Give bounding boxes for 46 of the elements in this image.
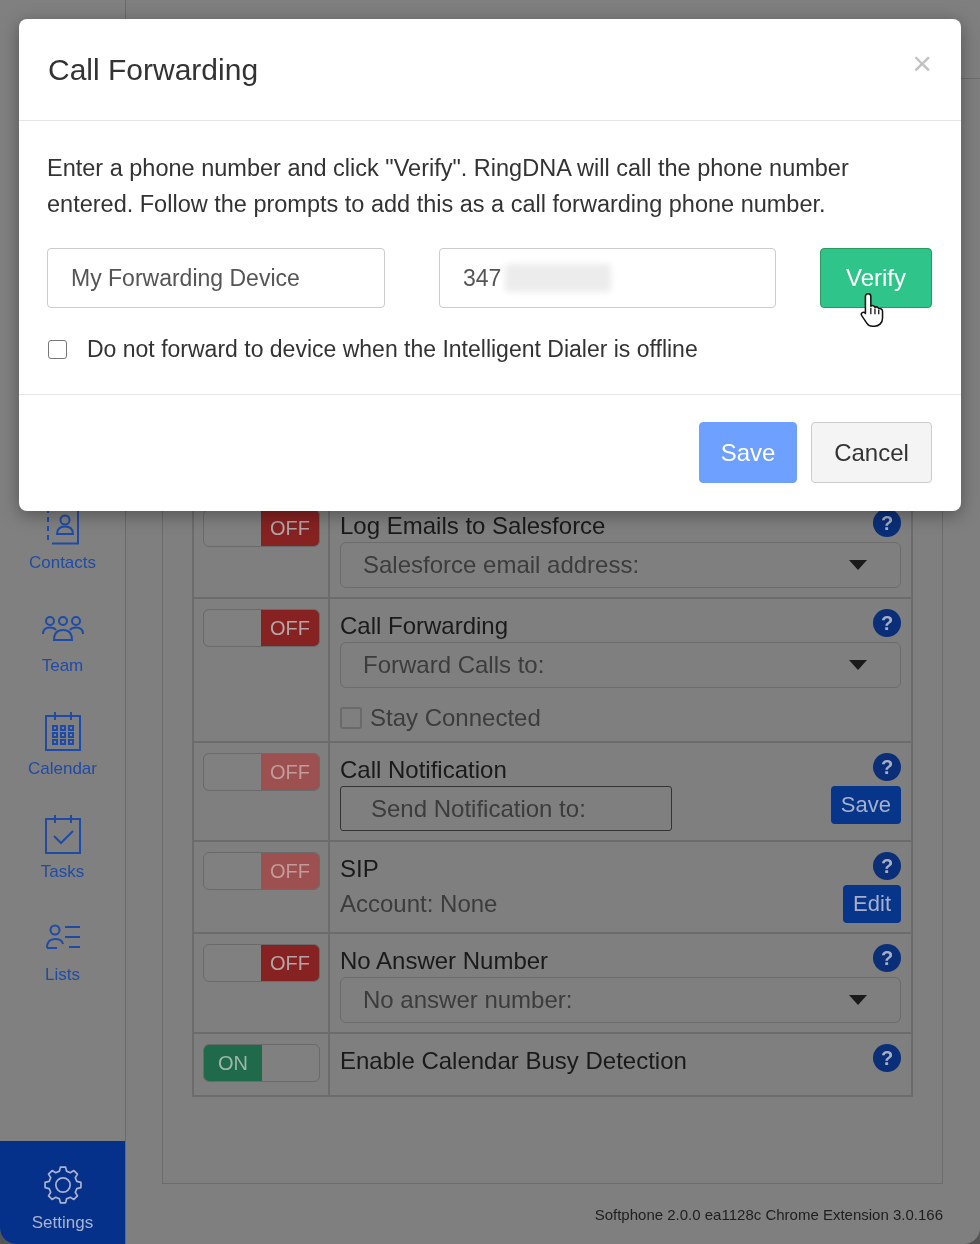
calendar-check-icon <box>44 814 81 854</box>
cancel-button[interactable]: Cancel <box>811 422 932 483</box>
help-icon[interactable]: ? <box>873 609 901 637</box>
device-name-input[interactable]: My Forwarding Device <box>47 248 385 308</box>
account-text: Account: None <box>340 890 498 918</box>
phone-number-input[interactable]: 347 <box>439 248 776 308</box>
calendar-icon <box>44 711 81 751</box>
dropdown-select[interactable]: Salesforce email address: <box>340 542 901 588</box>
checkbox-label: Stay Connected <box>370 704 541 732</box>
row-action-button[interactable]: Save <box>830 786 901 824</box>
help-icon[interactable]: ? <box>873 852 901 880</box>
help-icon[interactable]: ? <box>873 944 901 972</box>
toggle-switch[interactable]: ON <box>203 1044 320 1082</box>
toggle-switch[interactable]: OFF <box>203 609 320 647</box>
caret-icon <box>849 560 867 570</box>
modal-title: Call Forwarding <box>48 52 259 87</box>
help-icon[interactable]: ? <box>873 753 901 781</box>
verify-button[interactable]: Verify <box>820 248 932 308</box>
person-list-icon <box>44 924 81 950</box>
toggle-switch[interactable]: OFF <box>203 944 320 982</box>
settings-icon <box>42 1165 83 1205</box>
instructions-text: Enter a phone number and click "Verify". RingDNA will call the phone number entered. Follow the prompts to add this as a call forwarding phone number. <box>47 154 850 219</box>
setting-title: Log Emails to Salesforce <box>340 512 606 540</box>
sidebar-item[interactable]: Lists <box>0 909 125 1012</box>
dropdown-select[interactable]: No answer number: <box>340 977 901 1023</box>
checkbox-label: Do not forward to device when the Intelligent Dialer is offline <box>87 335 698 363</box>
setting-title: No Answer Number <box>340 947 549 975</box>
sidebar-item[interactable]: Tasks <box>0 806 125 909</box>
setting-title: Enable Calendar Busy Detection <box>340 1047 687 1075</box>
toggle-switch[interactable]: OFF <box>203 509 320 547</box>
version-text: Softphone 2.0.0 ea1128c Chrome Extension 3.0.166 <box>594 1206 943 1224</box>
help-icon[interactable]: ? <box>873 509 901 537</box>
caret-icon <box>849 995 867 1005</box>
setting-title: Call Notification <box>340 756 507 784</box>
row-action-button[interactable]: Edit <box>843 885 901 923</box>
dropdown-select[interactable]: Forward Calls to: <box>340 642 901 688</box>
setting-title: SIP <box>340 855 379 883</box>
sidebar-item[interactable]: Calendar <box>0 703 125 806</box>
checkbox[interactable] <box>48 339 67 359</box>
setting-title: Call Forwarding <box>340 612 509 640</box>
help-icon[interactable]: ? <box>873 1044 901 1072</box>
sidebar-item[interactable]: Team <box>0 600 125 703</box>
notification-input[interactable]: Send Notification to: <box>340 786 672 831</box>
people-icon <box>41 615 84 641</box>
sidebar-item[interactable]: Settings <box>0 1141 125 1244</box>
caret-icon <box>849 660 867 670</box>
